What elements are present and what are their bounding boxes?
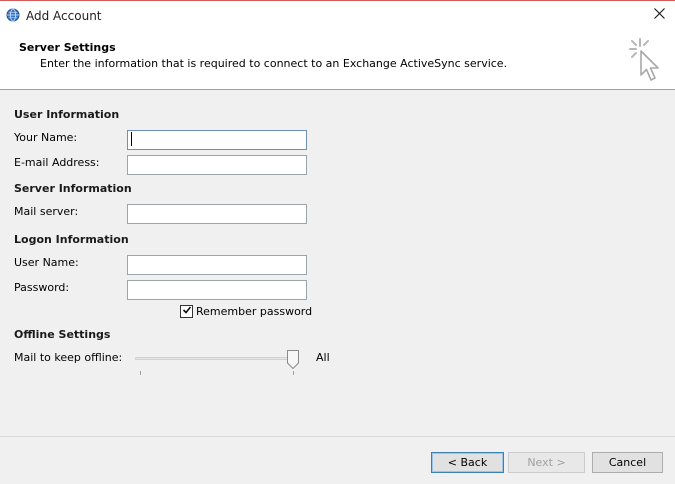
window-title: Add Account — [26, 9, 102, 23]
offline-settings-heading: Offline Settings — [14, 328, 111, 341]
remember-password-label: Remember password — [196, 305, 313, 318]
offline-slider-track[interactable] — [135, 357, 298, 360]
offline-slider-thumb[interactable] — [287, 350, 299, 370]
logon-information-heading: Logon Information — [14, 233, 129, 246]
mail-server-input[interactable] — [127, 204, 307, 224]
password-input[interactable] — [127, 280, 307, 300]
close-icon — [653, 8, 665, 22]
mail-to-keep-offline-label: Mail to keep offline: — [14, 351, 123, 364]
title-bar: Add Account — [0, 0, 675, 31]
slider-value-label: All — [316, 351, 330, 364]
slider-tick-min — [140, 371, 141, 375]
next-button[interactable]: Next > — [508, 452, 585, 473]
password-label: Password: — [14, 281, 70, 294]
page-title: Server Settings — [19, 41, 116, 54]
mail-server-label: Mail server: — [14, 205, 79, 218]
email-address-label: E-mail Address: — [14, 156, 100, 169]
wizard-header: Server Settings Enter the information th… — [0, 31, 675, 90]
user-information-heading: User Information — [14, 108, 120, 121]
user-name-input[interactable] — [127, 255, 307, 275]
checkbox-box[interactable] — [180, 305, 193, 318]
checkmark-icon — [182, 305, 192, 318]
outlook-globe-icon — [6, 8, 20, 22]
remember-password-checkbox[interactable]: Remember password — [180, 305, 312, 318]
your-name-input[interactable] — [127, 130, 307, 150]
server-information-heading: Server Information — [14, 182, 132, 195]
close-button[interactable] — [643, 1, 675, 29]
footer-divider — [0, 436, 675, 437]
slider-tick-max — [293, 371, 294, 375]
cursor-click-icon — [626, 37, 664, 85]
user-name-label: User Name: — [14, 256, 79, 269]
your-name-label: Your Name: — [14, 131, 78, 144]
email-address-input[interactable] — [127, 155, 307, 175]
page-subtitle: Enter the information that is required t… — [40, 57, 508, 70]
text-caret — [131, 132, 132, 146]
cancel-button[interactable]: Cancel — [592, 452, 663, 473]
back-button[interactable]: < Back — [431, 452, 504, 473]
